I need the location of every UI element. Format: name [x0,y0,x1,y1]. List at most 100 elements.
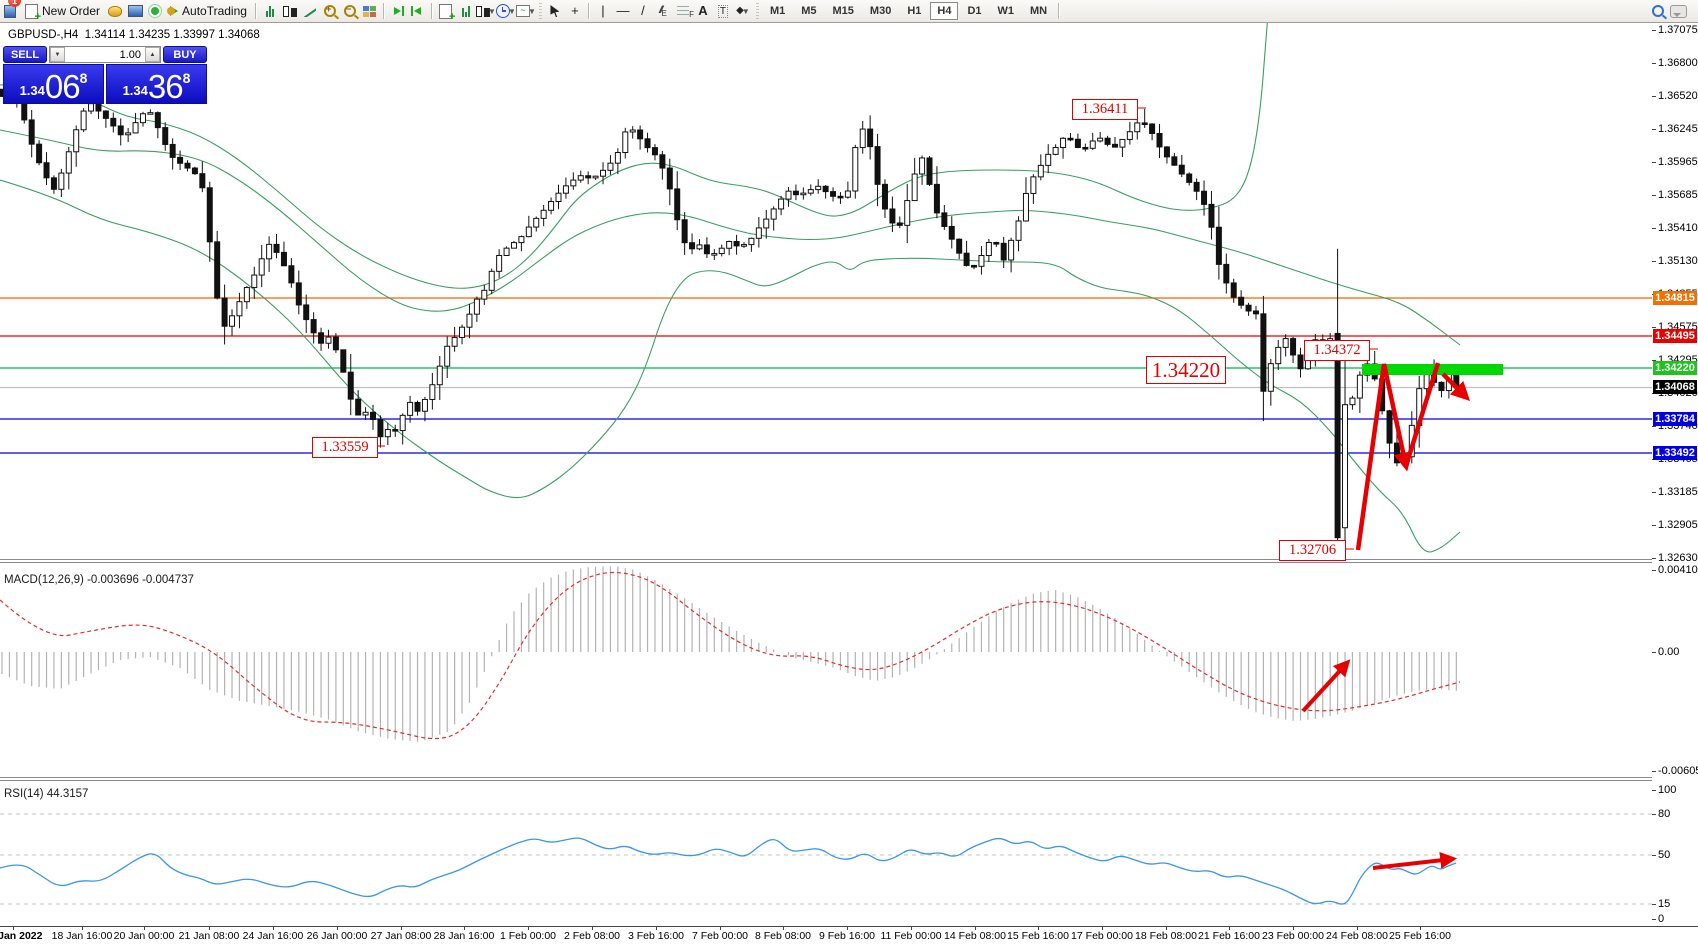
objects-list-icon[interactable] [456,2,476,20]
annotation-arrows[interactable] [376,108,1466,868]
arrows-tool-icon[interactable]: ◆▼ [733,2,753,20]
price-tick-label: 1.37075 [1658,24,1698,36]
price-tick-label: 1.36520 [1658,90,1698,102]
one-click-trading-panel: SELL ▼ 1.00 ▲ BUY 1.34068 1.34368 [3,46,207,104]
volume-decrease-button[interactable]: ▼ [50,47,65,62]
trading-terminal-window: New Order AutoTrading + − ▼ ▼ ~▼ + | — /… [0,0,1698,944]
candlestick-chart-icon[interactable] [280,2,300,20]
time-tick-label: 8 Feb 08:00 [755,930,811,942]
time-tick-label: 3 Feb 16:00 [628,930,684,942]
time-tick-label: 17 Feb 00:00 [1071,930,1133,942]
price-axis[interactable]: 1.37075 1.36800 1.36520 1.36245 1.35965 1.356… [1652,23,1698,926]
price-tag: 1.34068 [1653,380,1697,394]
chart-shift-icon[interactable] [408,2,428,20]
chart-canvas[interactable] [0,23,1652,926]
trendline-tool-icon[interactable]: / [633,2,653,20]
time-tick-label: 2 Feb 08:00 [564,930,620,942]
time-tick-label: 24 Feb 08:00 [1326,930,1388,942]
panel-separator[interactable] [0,777,1698,778]
horizontal-line-tool-icon[interactable]: — [613,2,633,20]
time-tick-label: 25 Feb 16:00 [1389,930,1451,942]
signal-icon[interactable] [145,2,165,20]
fibonacci-tool-icon[interactable] [673,2,693,20]
time-tick-label: 14 Feb 08:00 [944,930,1006,942]
timeframe-h4[interactable]: H4 [930,2,958,20]
rsi-tick-label: 15 [1658,898,1670,910]
price-tick-label: 1.36800 [1658,57,1698,69]
timeframe-w1[interactable]: W1 [991,2,1022,20]
macd-tick-label: -0.006056 [1658,765,1698,777]
rsi-line [0,838,1456,904]
volume-value[interactable]: 1.00 [65,47,145,62]
sell-button[interactable]: SELL [3,46,47,63]
text-label-tool-icon[interactable]: T [713,2,733,20]
price-tag: 1.33492 [1653,446,1697,460]
cursor-tool-icon[interactable] [545,2,565,20]
time-tick-label: 20 Jan 00:00 [114,930,175,942]
channel-tool-icon[interactable]: /// [653,2,673,20]
price-annotation-label[interactable]: 1.34372 [1304,340,1370,361]
price-tick-label: 1.35685 [1658,189,1698,201]
bar-chart-icon[interactable] [260,2,280,20]
time-tick-label: 27 Jan 08:00 [371,930,432,942]
line-chart-icon[interactable] [300,2,320,20]
price-tick-label: 1.32630 [1658,552,1698,564]
time-tick-label: 21 Feb 16:00 [1198,930,1260,942]
autotrading-button[interactable]: AutoTrading [165,1,252,21]
timeframe-m5[interactable]: M5 [794,2,823,20]
timeframe-m30[interactable]: M30 [863,2,898,20]
price-annotation-label[interactable]: 1.32706 [1279,540,1346,561]
autotrading-label: AutoTrading [182,4,247,18]
vertical-line-tool-icon[interactable]: | [593,2,613,20]
terminal-icon[interactable] [125,2,145,20]
price-tick-label: 1.36245 [1658,123,1698,135]
zoom-in-icon[interactable]: + [320,2,340,20]
deposit-icon[interactable] [105,2,125,20]
timeframe-m15[interactable]: M15 [826,2,861,20]
text-tool-icon[interactable]: A [693,2,713,20]
new-order-label: New Order [42,4,100,18]
crosshair-tool-icon[interactable]: + [565,2,585,20]
auto-scroll-icon[interactable] [388,2,408,20]
price-tick-label: 1.35130 [1658,255,1698,267]
search-icon[interactable] [1648,2,1668,20]
timeframe-d1[interactable]: D1 [960,2,988,20]
main-toolbar: New Order AutoTrading + − ▼ ▼ ~▼ + | — /… [0,0,1698,23]
horizontal-lines[interactable] [0,298,1652,453]
notifications-icon[interactable]: 1 [1668,2,1688,20]
indicators-icon[interactable] [436,2,456,20]
period-icon[interactable]: ▼ [496,2,516,20]
price-annotation-label[interactable]: 1.34220 [1146,356,1226,384]
timeframe-h1[interactable]: H1 [900,2,928,20]
price-tag: 1.34815 [1653,291,1697,305]
time-tick-label: 17 Jan 2022 [0,930,42,942]
time-tick-label: 1 Feb 00:00 [500,930,556,942]
price-annotation-label[interactable]: 1.36411 [1072,99,1138,120]
buy-price-button[interactable]: 1.34368 [106,64,207,104]
price-tick-label: 1.33185 [1658,486,1698,498]
timeframe-m1[interactable]: M1 [763,2,792,20]
rsi-levels [0,814,1652,904]
sell-price-button[interactable]: 1.34068 [3,64,104,104]
time-tick-label: 7 Feb 00:00 [692,930,748,942]
tile-windows-icon[interactable] [360,2,380,20]
new-order-icon [25,4,38,19]
time-tick-label: 26 Jan 00:00 [307,930,368,942]
chart-symbol-header: GBPUSD-,H4 1.34114 1.34235 1.33997 1.340… [8,29,260,41]
volume-increase-button[interactable]: ▲ [145,47,160,62]
panel-separator[interactable] [0,559,1698,560]
new-chart-icon[interactable]: ▼ [476,2,496,20]
rsi-tick-label: 80 [1658,808,1670,820]
zoom-out-icon[interactable]: − [340,2,360,20]
time-tick-label: 15 Feb 16:00 [1007,930,1069,942]
template-icon[interactable]: ~▼ [516,2,536,20]
price-tick-label: 1.35965 [1658,156,1698,168]
price-annotation-label[interactable]: 1.33559 [312,437,378,458]
price-tick-label: 1.32905 [1658,519,1698,531]
buy-button[interactable]: BUY [163,46,207,63]
rsi-tick-label: 0 [1658,913,1664,925]
rsi-label: RSI(14) 44.3157 [4,788,88,800]
new-order-button[interactable]: New Order [20,1,105,21]
time-axis[interactable]: 17 Jan 202218 Jan 16:0020 Jan 00:0021 Ja… [0,926,1698,944]
timeframe-mn[interactable]: MN [1023,2,1054,20]
